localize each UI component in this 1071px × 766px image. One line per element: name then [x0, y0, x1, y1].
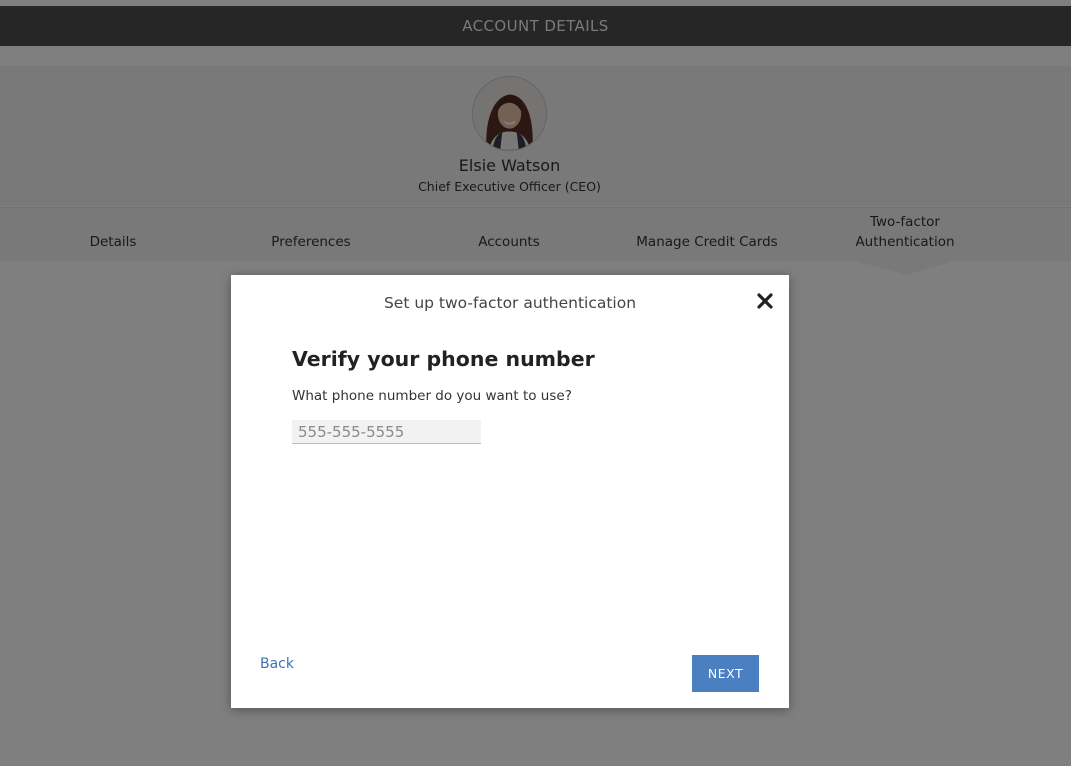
modal-title: Set up two-factor authentication: [383, 294, 637, 312]
next-button[interactable]: NEXT: [692, 655, 759, 692]
two-factor-modal: Set up two-factor authentication Verify …: [231, 275, 789, 708]
phone-question-label: What phone number do you want to use?: [292, 388, 572, 404]
phone-number-input[interactable]: [292, 420, 481, 444]
close-icon[interactable]: [755, 291, 775, 311]
verify-heading: Verify your phone number: [292, 347, 595, 371]
back-link[interactable]: Back: [260, 656, 294, 672]
